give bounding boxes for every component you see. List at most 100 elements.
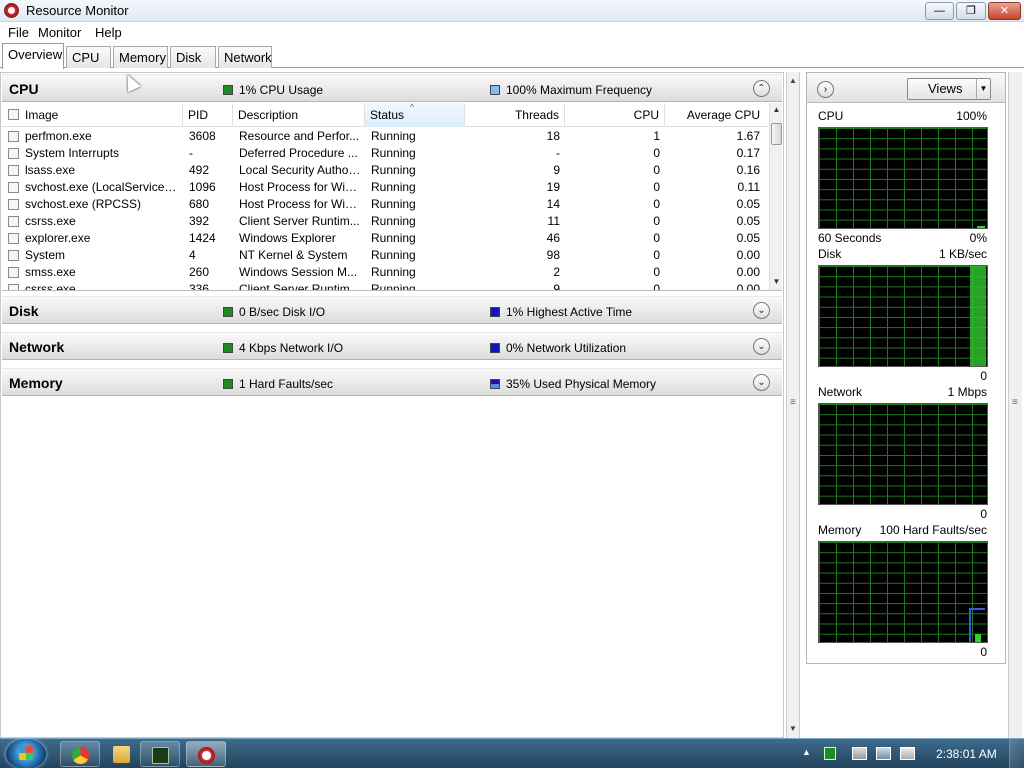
task-manager-icon: [152, 747, 169, 764]
start-button[interactable]: [6, 739, 46, 768]
dropdown-icon[interactable]: ▼: [976, 79, 990, 99]
table-row[interactable]: csrss.exe 392 Client Server Runtim... Ru…: [2, 213, 768, 230]
tab-network[interactable]: Network: [218, 46, 272, 68]
action-center-icon[interactable]: [852, 747, 867, 760]
row-checkbox[interactable]: [8, 250, 19, 261]
scroll-up-icon[interactable]: ▲: [771, 105, 782, 117]
tab-disk[interactable]: Disk: [170, 46, 216, 68]
monitor-tray-icon[interactable]: [824, 747, 836, 760]
cell-average-cpu: 0.05: [736, 197, 760, 211]
scroll-up-icon[interactable]: ▲: [789, 76, 797, 85]
scroll-down-icon[interactable]: ▼: [789, 724, 797, 733]
folder-icon: [113, 746, 130, 763]
network-graph-title: Network: [818, 385, 863, 399]
expand-icon[interactable]: ⌄: [753, 338, 770, 355]
table-row[interactable]: csrss.exe 336 Client Server Runtim... Ru…: [2, 281, 768, 291]
collapse-icon[interactable]: ⌃: [753, 80, 770, 97]
cell-image: System Interrupts: [25, 146, 120, 160]
table-row[interactable]: System 4 NT Kernel & System Running 98 0…: [2, 247, 768, 264]
grip-icon[interactable]: ≡: [1012, 397, 1018, 408]
network-graph: [818, 403, 988, 505]
table-row[interactable]: perfmon.exe 3608 Resource and Perfor... …: [2, 128, 768, 145]
memory-used-line: [970, 608, 985, 610]
memory-graph-max: 100 Hard Faults/sec: [879, 523, 987, 537]
menu-monitor[interactable]: Monitor: [38, 25, 81, 40]
network-section-header[interactable]: Network 4 Kbps Network I/O 0% Network Ut…: [2, 332, 782, 360]
row-checkbox[interactable]: [8, 165, 19, 176]
title-bar: Resource Monitor — ❐ ✕: [0, 0, 1024, 22]
blue-swatch: [490, 379, 500, 389]
network-icon[interactable]: [876, 747, 891, 760]
row-checkbox[interactable]: [8, 131, 19, 142]
menu-help[interactable]: Help: [95, 25, 122, 40]
green-swatch: [223, 307, 233, 317]
tab-memory[interactable]: Memory: [113, 46, 168, 68]
column-pid[interactable]: PID: [183, 103, 233, 127]
cpu-graph-timespan: 60 Seconds: [818, 231, 882, 245]
column-cpu[interactable]: CPU: [565, 103, 665, 127]
table-row[interactable]: System Interrupts - Deferred Procedure .…: [2, 145, 768, 162]
scroll-down-icon[interactable]: ▼: [771, 277, 782, 289]
column-threads[interactable]: Threads: [465, 103, 565, 127]
table-row[interactable]: smss.exe 260 Windows Session M... Runnin…: [2, 264, 768, 281]
table-row[interactable]: explorer.exe 1424 Windows Explorer Runni…: [2, 230, 768, 247]
show-desktop-button[interactable]: [1009, 739, 1024, 768]
memory-section-header[interactable]: Memory 1 Hard Faults/sec 35% Used Physic…: [2, 368, 782, 396]
disk-section-header[interactable]: Disk 0 B/sec Disk I/O 1% Highest Active …: [2, 296, 782, 324]
cell-image: csrss.exe: [25, 282, 76, 291]
blue-swatch: [490, 307, 500, 317]
cell-status: Running: [371, 180, 416, 194]
taskbar-explorer[interactable]: [102, 741, 142, 767]
taskbar-resource-monitor[interactable]: [186, 741, 226, 767]
cpu-frequency-stat: 100% Maximum Frequency: [490, 83, 652, 97]
expand-icon[interactable]: ⌄: [753, 302, 770, 319]
taskbar-chrome[interactable]: [60, 741, 100, 767]
views-button[interactable]: Views ▼: [907, 78, 991, 100]
right-splitter[interactable]: ≡: [1008, 72, 1022, 738]
scroll-thumb[interactable]: [771, 123, 782, 145]
close-button[interactable]: ✕: [988, 2, 1021, 20]
cell-status: Running: [371, 265, 416, 279]
volume-icon[interactable]: [900, 747, 915, 760]
column-image[interactable]: Image: [20, 103, 183, 127]
tab-cpu[interactable]: CPU: [66, 46, 111, 68]
table-row[interactable]: lsass.exe 492 Local Security Author... R…: [2, 162, 768, 179]
column-description[interactable]: Description: [233, 103, 365, 127]
expand-icon[interactable]: ⌄: [753, 374, 770, 391]
cpu-section-header[interactable]: CPU 1% CPU Usage 100% Maximum Frequency …: [2, 74, 782, 102]
column-average-cpu[interactable]: Average CPU: [665, 103, 765, 127]
menu-file[interactable]: File: [8, 25, 29, 40]
resource-monitor-icon: [4, 3, 19, 18]
cell-pid: 492: [189, 163, 210, 177]
show-hidden-icons-icon[interactable]: ▲: [802, 747, 811, 757]
table-row[interactable]: svchost.exe (LocalServiceNo... 1096 Host…: [2, 179, 768, 196]
maximize-button[interactable]: ❐: [956, 2, 986, 20]
cell-description: Resource and Perfor...: [239, 129, 360, 143]
panel-splitter[interactable]: ▲ ≡ ▼: [786, 72, 800, 738]
cell-image: perfmon.exe: [25, 129, 92, 143]
row-checkbox[interactable]: [8, 267, 19, 278]
cell-threads: 11: [547, 214, 560, 228]
row-checkbox[interactable]: [8, 233, 19, 244]
row-checkbox[interactable]: [8, 148, 19, 159]
system-clock[interactable]: 2:38:01 AM: [936, 747, 997, 761]
minimize-button[interactable]: —: [925, 2, 954, 20]
cell-cpu: 0: [653, 163, 660, 177]
cell-average-cpu: 1.67: [736, 129, 760, 143]
row-checkbox[interactable]: [8, 284, 19, 290]
cpu-usage-line: [977, 226, 985, 228]
chevron-right-icon[interactable]: ›: [817, 81, 834, 98]
row-checkbox[interactable]: [8, 182, 19, 193]
table-scrollbar[interactable]: ▲ ▼: [769, 103, 782, 290]
disk-io-stat: 0 B/sec Disk I/O: [223, 305, 325, 319]
tab-overview[interactable]: Overview: [2, 43, 64, 69]
select-all-checkbox[interactable]: [8, 109, 19, 120]
grip-icon[interactable]: ≡: [790, 397, 796, 408]
cell-pid: 3608: [189, 129, 216, 143]
taskbar-task-manager[interactable]: [140, 741, 180, 767]
cell-threads: 46: [546, 231, 560, 245]
column-status[interactable]: Status ^: [365, 103, 465, 127]
table-row[interactable]: svchost.exe (RPCSS) 680 Host Process for…: [2, 196, 768, 213]
row-checkbox[interactable]: [8, 199, 19, 210]
row-checkbox[interactable]: [8, 216, 19, 227]
